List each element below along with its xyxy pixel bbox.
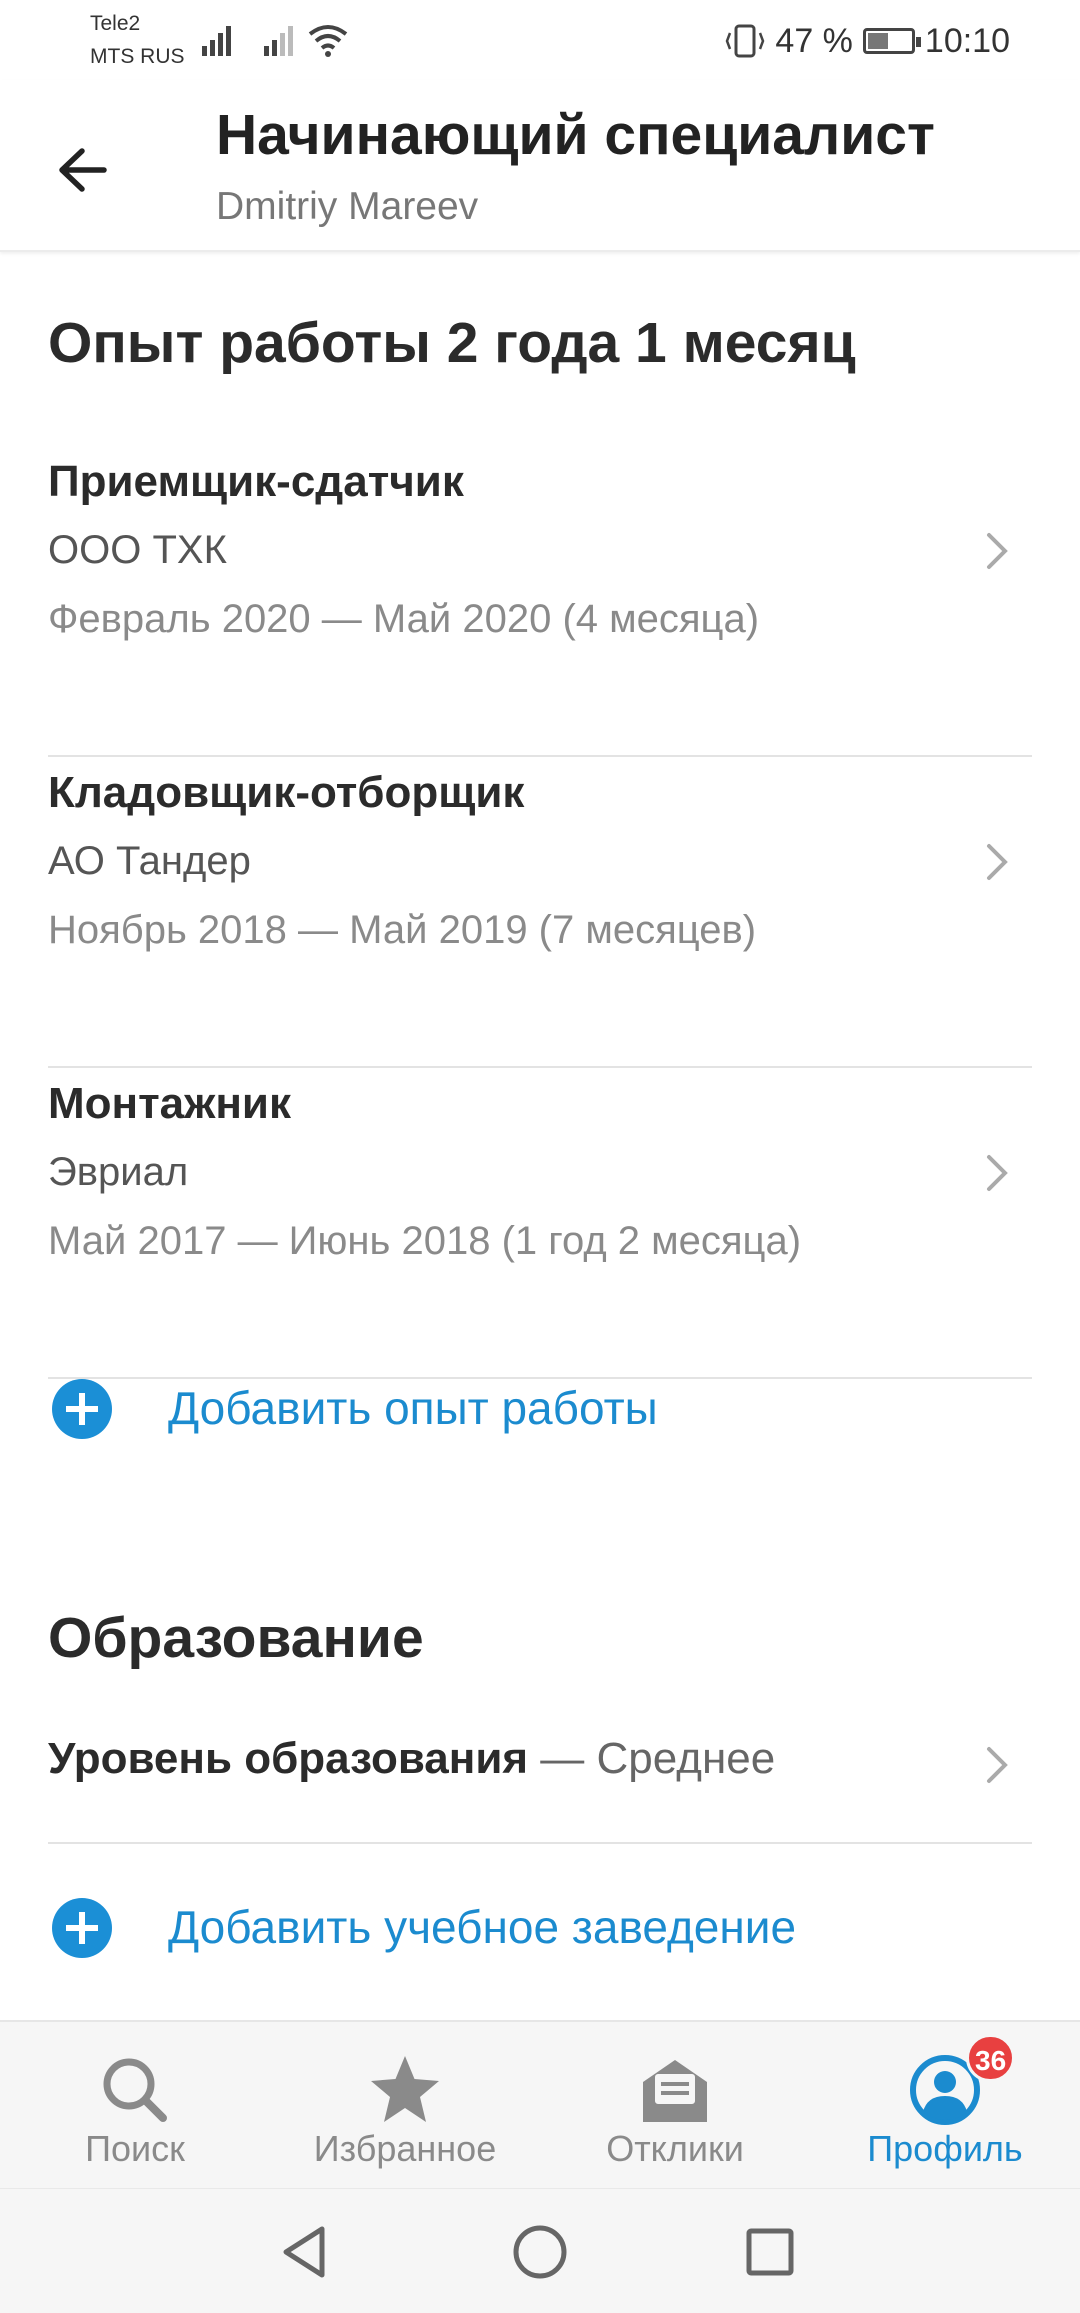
battery-icon <box>862 28 921 54</box>
job-company: ООО ТХК <box>48 528 227 572</box>
plus-circle-icon <box>52 1379 112 1439</box>
battery-level-fill <box>867 33 888 49</box>
education-level-value: — Среднее <box>528 1734 776 1783</box>
job-position: Кладовщик-отборщик <box>48 768 525 817</box>
nav-label: Избранное <box>313 2128 497 2169</box>
carrier-name-secondary: MTS RUS <box>90 45 185 68</box>
bottom-navigation: Поиск Избранное Отклики 36 Профиль <box>0 2020 1080 2190</box>
page-subtitle: Dmitriy Mareev <box>216 185 479 228</box>
nav-item-profile[interactable]: 36 Профиль <box>810 2022 1080 2190</box>
clock: 10:10 <box>924 21 1010 60</box>
job-item[interactable]: Монтажник Эвриал Май 2017 — Июнь 2018 (1… <box>48 1067 1032 1379</box>
nav-label: Поиск <box>85 2128 185 2169</box>
status-bar: Tele2 MTS RUS 47 % 10:10 <box>0 0 1080 80</box>
job-position: Монтажник <box>48 1079 291 1128</box>
education-section-title: Образование <box>48 1606 424 1670</box>
nav-item-favorites[interactable]: Избранное <box>270 2022 540 2190</box>
chevron-right-icon <box>987 533 1008 569</box>
vibrate-icon <box>726 24 765 58</box>
education-level-row[interactable]: Уровень образования — Среднее <box>48 1690 1032 1844</box>
star-icon <box>371 2056 439 2122</box>
wifi-icon <box>308 25 348 57</box>
system-navigation-bar <box>0 2188 1080 2313</box>
search-icon <box>103 2058 167 2122</box>
system-home-icon[interactable] <box>505 2217 575 2287</box>
plus-circle-icon <box>52 1898 112 1958</box>
responses-icon <box>643 2060 707 2122</box>
nav-item-search[interactable]: Поиск <box>0 2022 270 2190</box>
cellular-signal-icon <box>202 26 231 56</box>
chevron-right-icon <box>987 844 1008 880</box>
nav-label: Профиль <box>867 2128 1023 2169</box>
chevron-right-icon <box>987 1155 1008 1191</box>
education-level-text: Уровень образования — Среднее <box>48 1734 775 1784</box>
job-company: АО Тандер <box>48 839 251 883</box>
add-education-button[interactable]: Добавить учебное заведение <box>48 1868 1032 1988</box>
status-right-group: 47 % 10:10 <box>725 16 1010 66</box>
job-period: Февраль 2020 — Май 2020 (4 месяца) <box>48 597 760 641</box>
add-experience-button[interactable]: Добавить опыт работы <box>48 1349 1032 1469</box>
job-item[interactable]: Приемщик-сдатчик ООО ТХК Февраль 2020 — … <box>48 445 1032 757</box>
job-period: Ноябрь 2018 — Май 2019 (7 месяцев) <box>48 908 757 952</box>
chevron-right-icon <box>987 1747 1008 1783</box>
experience-section-title: Опыт работы 2 года 1 месяц <box>48 311 856 375</box>
add-education-label: Добавить учебное заведение <box>168 1901 797 1953</box>
job-period: Май 2017 — Июнь 2018 (1 год 2 месяца) <box>48 1219 802 1263</box>
carrier-name-primary: Tele2 <box>90 12 141 35</box>
system-recents-icon[interactable] <box>735 2217 805 2287</box>
back-arrow-icon[interactable] <box>50 135 120 205</box>
job-item[interactable]: Кладовщик-отборщик АО Тандер Ноябрь 2018… <box>48 756 1032 1068</box>
system-back-icon[interactable] <box>272 2217 342 2287</box>
app-bar: Начинающий специалист Dmitriy Mareev <box>0 80 1080 252</box>
education-level-label: Уровень образования <box>48 1734 529 1783</box>
page-title: Начинающий специалист <box>216 103 935 167</box>
add-experience-label: Добавить опыт работы <box>168 1382 658 1434</box>
nav-label: Отклики <box>606 2128 744 2169</box>
job-position: Приемщик-сдатчик <box>48 457 464 506</box>
nav-item-responses[interactable]: Отклики <box>540 2022 810 2190</box>
notification-badge: 36 <box>966 2034 1016 2082</box>
cellular-signal-2-icon <box>264 26 293 56</box>
battery-percent: 47 % <box>775 21 853 60</box>
job-company: Эвриал <box>48 1150 189 1194</box>
